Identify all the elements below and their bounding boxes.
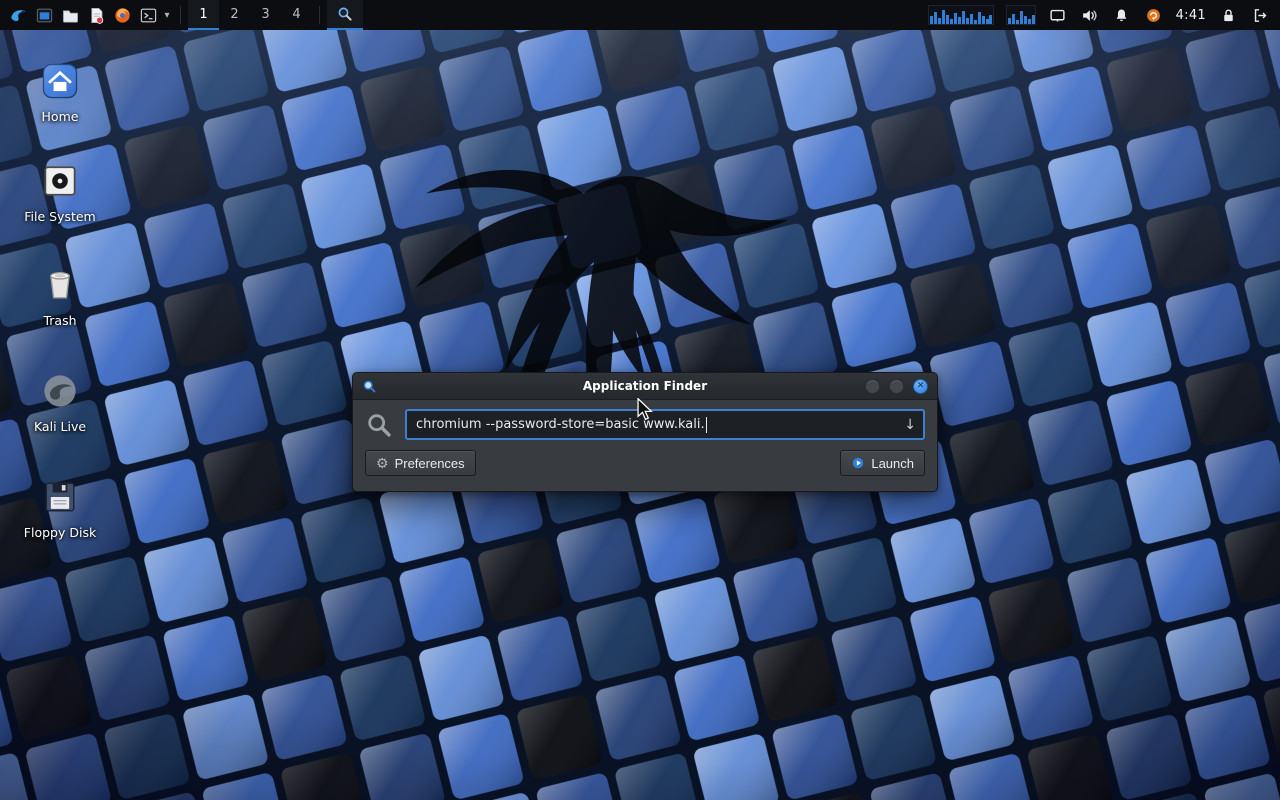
desktop-icon-trash[interactable]: Trash [16, 262, 104, 328]
network-graph-icon[interactable] [1006, 5, 1036, 25]
workspace-label: 1 [199, 7, 207, 22]
trash-icon [37, 262, 83, 308]
desktop-icon-file-system[interactable]: File System [16, 158, 104, 224]
updates-tray-icon[interactable] [1144, 5, 1164, 25]
launch-icon [851, 456, 865, 470]
cpu-graph-bars [929, 6, 993, 24]
file-manager-launcher[interactable] [57, 0, 83, 30]
close-button[interactable]: ✕ [913, 379, 928, 394]
launch-button-label: Launch [871, 456, 914, 471]
cpu-graph-icon[interactable] [928, 5, 994, 25]
workspace-label: 4 [292, 7, 300, 22]
document-icon [87, 6, 106, 25]
desktop-icon-label: Kali Live [34, 419, 86, 434]
window-icon [35, 6, 54, 25]
home-icon [37, 58, 83, 104]
panel-right-cluster: 4:41 [928, 0, 1280, 30]
firefox-launcher[interactable] [109, 0, 135, 30]
kali-logo-icon [9, 6, 28, 25]
lock-icon [1220, 7, 1237, 24]
desktop-icon-label: File System [24, 209, 96, 224]
workspace-button-2[interactable]: 2 [219, 0, 250, 30]
speaker-icon [1081, 7, 1098, 24]
search-icon [336, 5, 354, 23]
finder-body: chromium --password-store=basic www.kali… [353, 400, 937, 486]
terminal-launcher[interactable] [135, 0, 161, 30]
terminal-launcher-dropdown[interactable]: ▾ [161, 10, 173, 21]
update-badge-icon [1145, 7, 1162, 24]
top-panel: ▾ 1 2 3 4 [0, 0, 1280, 30]
gear-icon: ⚙ [376, 456, 389, 470]
show-desktop-launcher[interactable] [31, 0, 57, 30]
maximize-button[interactable] [889, 379, 904, 394]
floppy-disk-icon [37, 474, 83, 520]
bell-icon [1113, 7, 1130, 24]
desktop-icon-floppy-disk[interactable]: Floppy Disk [16, 474, 104, 540]
panel-separator [180, 6, 181, 24]
lock-screen-button[interactable] [1218, 5, 1238, 25]
panel-left-cluster: ▾ 1 2 3 4 [0, 0, 363, 30]
display-settings-tray-icon[interactable] [1048, 5, 1068, 25]
logout-button[interactable] [1250, 5, 1270, 25]
titlebar-buttons: ✕ [865, 379, 928, 394]
firefox-icon [113, 6, 132, 25]
search-row: chromium --password-store=basic www.kali… [365, 409, 925, 440]
entry-dropdown-arrow-icon[interactable]: ↓ [904, 418, 916, 432]
search-input-text: chromium --password-store=basic www.kali… [416, 417, 705, 432]
kali-live-icon [37, 368, 83, 414]
terminal-icon [139, 6, 158, 25]
minimize-button[interactable] [865, 379, 880, 394]
applications-menu-button[interactable] [5, 0, 31, 30]
task-button-application-finder[interactable] [327, 0, 363, 30]
text-editor-launcher[interactable] [83, 0, 109, 30]
file-system-icon [37, 158, 83, 204]
button-row: ⚙ Preferences Launch [365, 450, 925, 476]
desktop-icon-kali-live[interactable]: Kali Live [16, 368, 104, 434]
preferences-button[interactable]: ⚙ Preferences [365, 450, 476, 476]
search-input[interactable]: chromium --password-store=basic www.kali… [405, 409, 925, 440]
desktop-icon-label: Floppy Disk [24, 525, 96, 540]
clock[interactable]: 4:41 [1176, 8, 1206, 23]
workspace-label: 2 [230, 7, 238, 22]
titlebar[interactable]: Application Finder ✕ [353, 373, 937, 400]
desktop-icon-home[interactable]: Home [16, 58, 104, 124]
window-title: Application Finder [353, 379, 937, 393]
launch-button[interactable]: Launch [840, 450, 925, 476]
network-graph-bars [1007, 6, 1035, 24]
logout-icon [1252, 7, 1269, 24]
desktop-icon-label: Trash [43, 313, 76, 328]
workspace-button-3[interactable]: 3 [250, 0, 281, 30]
folder-icon [61, 6, 80, 25]
close-icon: ✕ [917, 382, 925, 391]
display-icon [1049, 7, 1066, 24]
application-finder-window: Application Finder ✕ chromium --password… [352, 372, 938, 492]
volume-tray-icon[interactable] [1080, 5, 1100, 25]
workspace-button-1[interactable]: 1 [188, 0, 219, 30]
search-icon [365, 411, 393, 439]
preferences-button-label: Preferences [395, 456, 465, 471]
workspace-label: 3 [261, 7, 269, 22]
notifications-tray-icon[interactable] [1112, 5, 1132, 25]
workspace-button-4[interactable]: 4 [281, 0, 312, 30]
chevron-down-icon: ▾ [164, 10, 169, 21]
desktop-icon-label: Home [42, 109, 79, 124]
text-caret [706, 417, 707, 433]
panel-separator [319, 6, 320, 24]
